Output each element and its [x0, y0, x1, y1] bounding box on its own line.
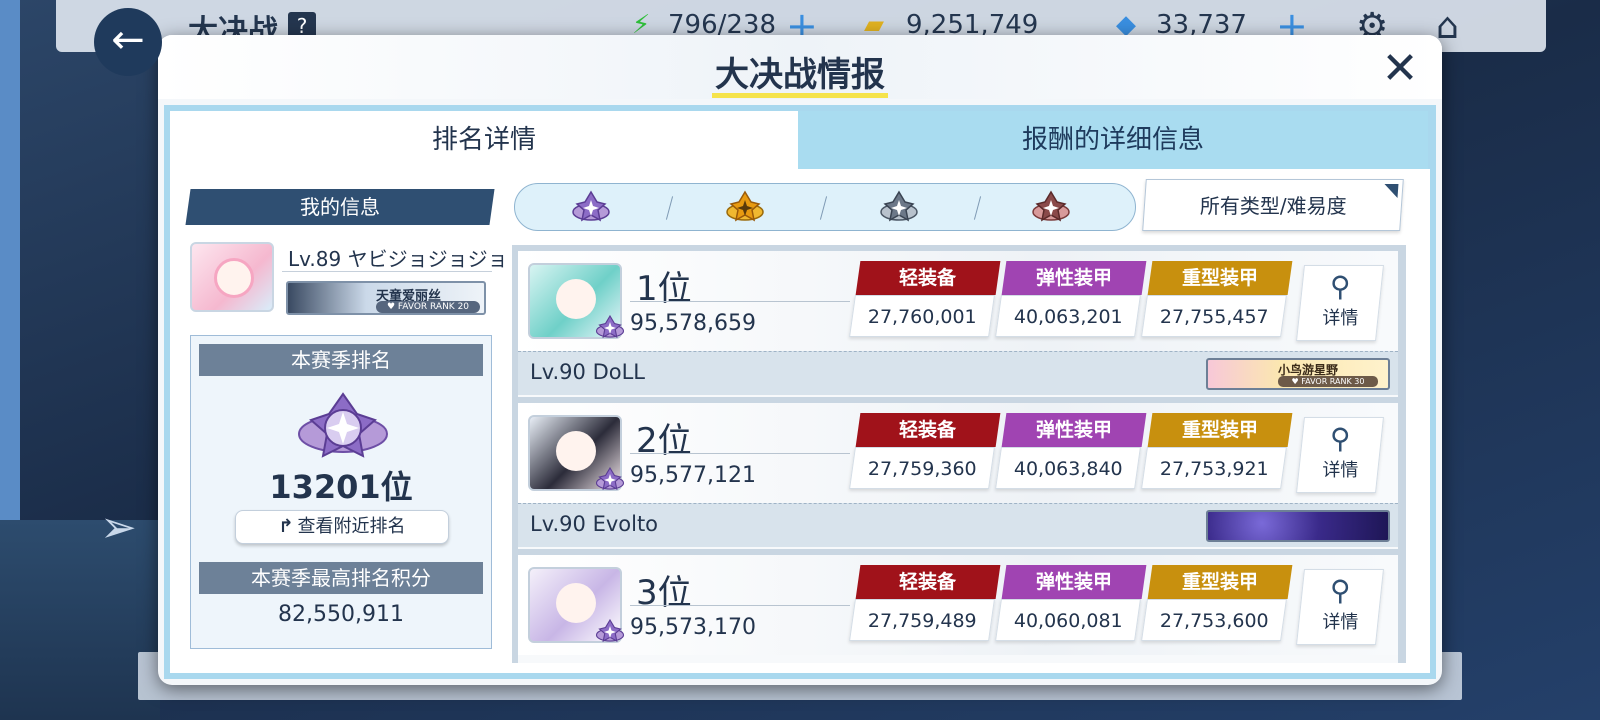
elastic-armor-value: 40,063,201 — [995, 295, 1141, 337]
light-armor-label: 轻装备 — [855, 261, 1001, 295]
light-armor-value: 27,759,489 — [849, 599, 995, 641]
elastic-armor-value: 40,060,081 — [995, 599, 1141, 641]
ranking-row-player: Lv.90 Evolto — [518, 503, 1398, 547]
dropdown-corner-icon — [1383, 184, 1399, 198]
light-armor-value: 27,760,001 — [849, 295, 995, 337]
light-armor-value: 27,759,360 — [849, 447, 995, 489]
rank-purple-icon — [595, 466, 625, 491]
detail-button[interactable]: ⚲ 详情 — [1296, 265, 1384, 341]
heavy-armor-label: 重型装甲 — [1147, 413, 1293, 447]
divider — [282, 271, 492, 272]
heavy-armor-label: 重型装甲 — [1147, 565, 1293, 599]
elastic-armor-label: 弹性装甲 — [1001, 261, 1147, 295]
heavy-armor-value: 27,753,921 — [1141, 447, 1287, 489]
search-icon: ⚲ — [1330, 574, 1351, 607]
ranking-row: 3位 95,573,170 轻装备 27,759,489 弹性装甲 40,060… — [518, 555, 1398, 663]
light-armor-score: 轻装备 27,759,489 — [849, 565, 1001, 643]
avatar — [528, 263, 625, 339]
banner-favor-rank: ♥ FAVOR RANK 30 — [1278, 376, 1378, 387]
season-rank-header: 本赛季排名 — [199, 344, 483, 376]
elastic-armor-score: 弹性装甲 40,063,201 — [995, 261, 1147, 339]
rank-badge-icon — [298, 392, 388, 458]
share-arrow-icon: ↱ — [278, 516, 294, 537]
light-armor-score: 轻装备 27,759,360 — [849, 413, 1001, 491]
send-icon[interactable]: ➢ — [100, 505, 146, 551]
favor-banner: 小鸟游星野 ♥ FAVOR RANK 30 — [1206, 358, 1390, 390]
close-button[interactable]: ✕ — [1376, 45, 1424, 93]
favor-badge: 天童爱丽丝 ♥ FAVOR RANK 20 — [286, 281, 486, 315]
view-nearby-rankings-button[interactable]: ↱ 查看附近排名 — [235, 510, 449, 544]
divider — [630, 453, 850, 454]
favor-rank: ♥ FAVOR RANK 20 — [376, 301, 480, 313]
ranking-row: 2位 95,577,121 轻装备 27,759,360 弹性装甲 40,063… — [518, 403, 1398, 549]
back-arrow-icon: ← — [111, 17, 145, 63]
rank-silver-icon[interactable] — [879, 188, 919, 228]
player-level-name: Lv.90 DoLL — [530, 360, 645, 384]
rank-score: 95,573,170 — [630, 615, 756, 640]
rank-position: 2位 — [636, 421, 692, 461]
heavy-armor-score: 重型装甲 27,755,457 — [1141, 261, 1293, 339]
heavy-armor-value: 27,755,457 — [1141, 295, 1287, 337]
rank-purple-icon — [595, 314, 625, 339]
elastic-armor-label: 弹性装甲 — [1001, 565, 1147, 599]
rank-position: 3位 — [636, 573, 692, 613]
difficulty-filter-bar — [514, 183, 1136, 231]
heavy-armor-score: 重型装甲 27,753,600 — [1141, 565, 1293, 643]
galaxy-banner — [1206, 510, 1390, 542]
search-icon: ⚲ — [1330, 422, 1351, 455]
ranking-row-top: 3位 95,573,170 轻装备 27,759,489 弹性装甲 40,060… — [518, 555, 1398, 655]
best-score-header: 本赛季最高排名积分 — [199, 562, 483, 594]
title-underline — [712, 93, 888, 98]
elastic-armor-label: 弹性装甲 — [1001, 413, 1147, 447]
heavy-armor-label: 重型装甲 — [1147, 261, 1293, 295]
my-info-header: 我的信息 — [185, 189, 495, 225]
modal-header: 大决战情报 ✕ — [158, 35, 1442, 99]
rank-score: 95,578,659 — [630, 311, 756, 336]
rank-score: 95,577,121 — [630, 463, 756, 488]
type-difficulty-dropdown[interactable]: 所有类型/难易度 — [1142, 179, 1404, 231]
tab-reward-details[interactable]: 报酬的详细信息 — [798, 111, 1428, 169]
heavy-armor-value: 27,753,600 — [1141, 599, 1287, 641]
content-frame: 排名详情 报酬的详细信息 我的信息 Lv.89 ヤビジョジョジョ 天童爱丽丝 ♥… — [164, 105, 1436, 679]
ranking-row: 1位 95,578,659 轻装备 27,760,001 弹性装甲 40,063… — [518, 251, 1398, 397]
divider — [665, 196, 674, 220]
my-level-name: Lv.89 ヤビジョジョジョ — [288, 247, 508, 271]
heavy-armor-score: 重型装甲 27,753,921 — [1141, 413, 1293, 491]
content-body: 我的信息 Lv.89 ヤビジョジョジョ 天童爱丽丝 ♥ FAVOR RANK 2… — [170, 169, 1430, 673]
season-rank-value: 13201位 — [269, 468, 413, 506]
back-button[interactable]: ← — [94, 8, 162, 76]
elastic-armor-score: 弹性装甲 40,063,840 — [995, 413, 1147, 491]
divider — [973, 196, 982, 220]
divider — [630, 605, 850, 606]
best-score-value: 82,550,911 — [278, 602, 404, 627]
avatar — [528, 415, 625, 491]
ranking-row-top: 1位 95,578,659 轻装备 27,760,001 弹性装甲 40,063… — [518, 251, 1398, 351]
raid-info-modal: 大决战情报 ✕ 排名详情 报酬的详细信息 我的信息 Lv.89 ヤビジョジョジョ… — [158, 35, 1442, 685]
rank-copper-icon[interactable] — [1031, 188, 1071, 228]
modal-title: 大决战情报 — [715, 55, 885, 95]
player-level-name: Lv.90 Evolto — [530, 512, 659, 536]
rank-purple-icon — [595, 618, 625, 643]
ranking-list[interactable]: 1位 95,578,659 轻装备 27,760,001 弹性装甲 40,063… — [512, 245, 1406, 663]
ranking-row-top: 2位 95,577,121 轻装备 27,759,360 弹性装甲 40,063… — [518, 403, 1398, 503]
elastic-armor-score: 弹性装甲 40,060,081 — [995, 565, 1147, 643]
rank-gold-icon[interactable] — [725, 188, 765, 228]
elastic-armor-value: 40,063,840 — [995, 447, 1141, 489]
divider — [819, 196, 828, 220]
avatar — [190, 242, 274, 312]
tab-ranking-details[interactable]: 排名详情 — [170, 111, 798, 169]
ranking-row-player: Lv.90 DoLL 小鸟游星野 ♥ FAVOR RANK 30 — [518, 351, 1398, 395]
light-armor-label: 轻装备 — [855, 565, 1001, 599]
search-icon: ⚲ — [1330, 270, 1351, 303]
light-armor-label: 轻装备 — [855, 413, 1001, 447]
rank-purple-icon[interactable] — [571, 188, 611, 228]
divider — [630, 301, 850, 302]
detail-button[interactable]: ⚲ 详情 — [1296, 569, 1384, 645]
detail-button[interactable]: ⚲ 详情 — [1296, 417, 1384, 493]
season-ranking-box: 本赛季排名 13201位 ↱ 查看附近排名 本赛季最高排名积分 82,550,91… — [190, 335, 492, 649]
light-armor-score: 轻装备 27,760,001 — [849, 261, 1001, 339]
rank-position: 1位 — [636, 269, 692, 309]
avatar — [528, 567, 625, 643]
